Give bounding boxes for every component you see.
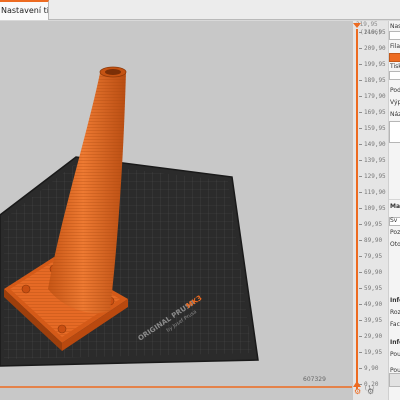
panel-label: Sv: [390, 217, 398, 224]
layer-tick: [359, 176, 362, 177]
layer-tick: [359, 224, 362, 225]
layer-tick: [359, 192, 362, 193]
layer-tick: [359, 288, 362, 289]
layer-slider[interactable]: 219,95 (1466) 219,95 209,90 199,95 189,95 17…: [352, 21, 388, 400]
layer-tick: [359, 352, 362, 353]
layer-height-label: 9,90: [364, 365, 379, 372]
layer-tick: [359, 272, 362, 273]
layer-tick: [359, 96, 362, 97]
layer-tick: [359, 208, 362, 209]
layer-height-label: 169,95: [364, 109, 386, 116]
layer-tick: [359, 144, 362, 145]
layer-height-label: 69,90: [364, 269, 383, 276]
layer-height-label: 139,95: [364, 157, 386, 164]
panel-label: Ma: [390, 203, 400, 210]
panel-label: Face: [390, 321, 400, 328]
layer-height-label: 109,95: [364, 205, 386, 212]
horizontal-slider-value: 607329: [303, 376, 326, 383]
layer-tick: [359, 128, 362, 129]
panel-label: Tiskár: [390, 63, 400, 70]
layer-height-label: 149,90: [364, 141, 386, 148]
slider-cog-icon[interactable]: ⚙: [367, 387, 374, 396]
slider-settings-icon[interactable]: ⚙: [354, 387, 361, 396]
layer-tick: [359, 320, 362, 321]
layer-tick: [359, 48, 362, 49]
layer-tick: [359, 368, 362, 369]
3d-scene[interactable]: ORIGINAL PRUSA MK3 by Josef Prusa: [0, 21, 352, 400]
layer-slider-track[interactable]: [356, 29, 358, 389]
layer-height-label: 179,90: [364, 93, 386, 100]
layer-height-label: 49,90: [364, 301, 383, 308]
tab-printer-settings[interactable]: Nastavení tiskárny: [0, 0, 49, 20]
tab-bar: Nastavení tiskárny: [0, 0, 400, 20]
layer-height-label: 19,95: [364, 349, 383, 356]
printer-dropdown[interactable]: [389, 71, 400, 80]
object-list[interactable]: [389, 121, 400, 143]
panel-label: Info: [390, 339, 400, 346]
layer-height-label: 89,90: [364, 237, 383, 244]
layer-tick: [359, 32, 362, 33]
panel-label: Výpl: [390, 99, 400, 106]
panel-label: Oto: [390, 241, 400, 248]
layer-tick: [359, 240, 362, 241]
panel-label: Roz: [390, 309, 400, 316]
slicer-window: Nastavení tiskárny: [0, 0, 400, 400]
layer-tick: [359, 256, 362, 257]
layer-tick: [359, 304, 362, 305]
layer-height-label: 209,90: [364, 45, 386, 52]
layer-height-label: 129,95: [364, 173, 386, 180]
panel-divider: [389, 199, 400, 200]
layer-tick: [359, 160, 362, 161]
panel-label: Poz: [390, 229, 400, 236]
layer-height-label: 189,95: [364, 77, 386, 84]
layer-height-label: 159,95: [364, 125, 386, 132]
layer-height-label: 199,95: [364, 61, 386, 68]
layer-tick: [359, 80, 362, 81]
layer-tick: [359, 336, 362, 337]
layer-height-label: 39,95: [364, 317, 383, 324]
layer-height-label: 119,90: [364, 189, 386, 196]
panel-label: Pou: [390, 351, 400, 358]
filament-dropdown[interactable]: [389, 53, 400, 62]
panel-label: Info: [390, 297, 400, 304]
print-settings-dropdown[interactable]: [389, 31, 400, 40]
layer-height-label: 99,95: [364, 221, 383, 228]
panel-label: Podp: [390, 87, 400, 94]
panel-label: Náz: [390, 111, 400, 118]
layer-slider-top-thumb[interactable]: [353, 23, 361, 28]
panel-label: Pou: [390, 367, 400, 374]
layer-tick: [359, 64, 362, 65]
panel-label: Filam: [390, 43, 400, 50]
3d-viewport[interactable]: ORIGINAL PRUSA MK3 by Josef Prusa: [0, 21, 352, 400]
slice-button[interactable]: [389, 373, 400, 387]
settings-panel: Nast Filam Tiskár Podp Výpl Náz Ma Sv Poz Oto Info…: [388, 21, 400, 400]
layer-tick: [359, 112, 362, 113]
layer-height-label: 29,90: [364, 333, 383, 340]
layer-height-label: 219,95: [364, 29, 386, 36]
panel-label: Nast: [390, 23, 400, 30]
layer-height-label: 79,95: [364, 253, 383, 260]
layer-height-label: 59,95: [364, 285, 383, 292]
